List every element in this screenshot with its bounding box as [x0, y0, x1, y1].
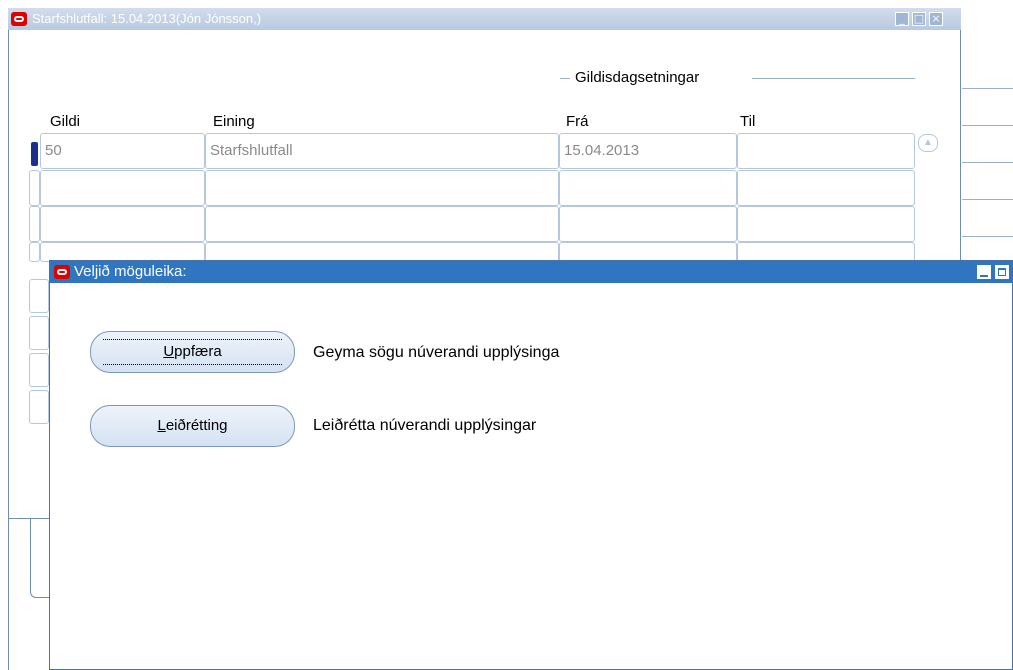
bg-line — [962, 162, 1013, 163]
bg-line — [962, 199, 1013, 200]
leidretting-description: Leiðrétta núverandi upplýsingar — [313, 417, 537, 434]
fra-date-field[interactable] — [559, 170, 737, 206]
eining-field[interactable] — [205, 206, 559, 242]
leidretting-label: eiðrétting — [165, 417, 228, 434]
bg-line — [962, 236, 1013, 237]
dialog-minimize-button[interactable] — [976, 264, 992, 280]
fra-date-field[interactable] — [559, 242, 737, 262]
til-date-field[interactable] — [737, 133, 915, 169]
til-date-field[interactable] — [737, 206, 915, 242]
column-header-eining: Eining — [213, 113, 255, 130]
column-header-gildi: Gildi — [50, 113, 81, 130]
record-indicator[interactable] — [29, 353, 49, 387]
scroll-up-icon[interactable]: ▲ — [918, 134, 938, 152]
gildi-field[interactable] — [40, 170, 205, 206]
group-line-left — [560, 78, 570, 79]
record-indicator[interactable] — [29, 170, 40, 206]
uppfaera-description: Geyma sögu núverandi upplýsinga — [313, 344, 560, 361]
column-header-fra: Frá — [566, 113, 589, 130]
leidretting-mnemonic: L — [157, 417, 166, 434]
focus-outline — [103, 339, 282, 365]
eining-field[interactable]: Starfshlutfall — [205, 133, 559, 169]
leidretting-button[interactable]: Leiðrétting — [90, 405, 295, 447]
fra-date-field[interactable] — [559, 206, 737, 242]
dialog-title: Veljið möguleika: — [74, 263, 187, 280]
fra-date-field[interactable]: 15.04.2013 — [559, 133, 737, 169]
record-indicator[interactable] — [29, 390, 49, 424]
eining-field[interactable] — [205, 242, 559, 262]
bg-line — [962, 125, 1013, 126]
lower-frame-bracket — [30, 518, 49, 598]
bg-line — [962, 88, 1013, 89]
group-line-right — [752, 78, 915, 79]
eining-field[interactable] — [205, 170, 559, 206]
til-date-field[interactable] — [737, 242, 915, 262]
column-header-til: Til — [740, 113, 756, 130]
oracle-logo-icon — [11, 12, 27, 26]
maximize-button[interactable]: □ — [912, 12, 926, 26]
gildi-field[interactable] — [40, 242, 205, 262]
uppfaera-button[interactable]: Uppfæra — [90, 331, 295, 373]
minimize-button[interactable]: _ — [895, 12, 909, 26]
oracle-logo-icon — [54, 265, 70, 279]
record-indicator[interactable] — [29, 279, 49, 313]
record-indicator[interactable] — [29, 206, 40, 242]
gildi-field[interactable]: 50 — [40, 133, 205, 169]
record-indicator[interactable] — [29, 242, 40, 262]
group-label: Gildisdagsetningar — [575, 69, 700, 86]
window-title: Starfshlutfall: 15.04.2013(Jón Jónsson,) — [32, 11, 262, 26]
record-indicator[interactable] — [29, 316, 49, 350]
choice-dialog — [49, 260, 1013, 670]
dialog-maximize-button[interactable] — [994, 264, 1010, 280]
main-window-titlebar[interactable]: Starfshlutfall: 15.04.2013(Jón Jónsson,)… — [8, 8, 961, 30]
gildi-field[interactable] — [40, 206, 205, 242]
close-button[interactable]: × — [929, 12, 943, 26]
dialog-titlebar[interactable]: Veljið möguleika: — [50, 261, 1013, 283]
current-record-indicator[interactable] — [31, 142, 38, 166]
til-date-field[interactable] — [737, 170, 915, 206]
